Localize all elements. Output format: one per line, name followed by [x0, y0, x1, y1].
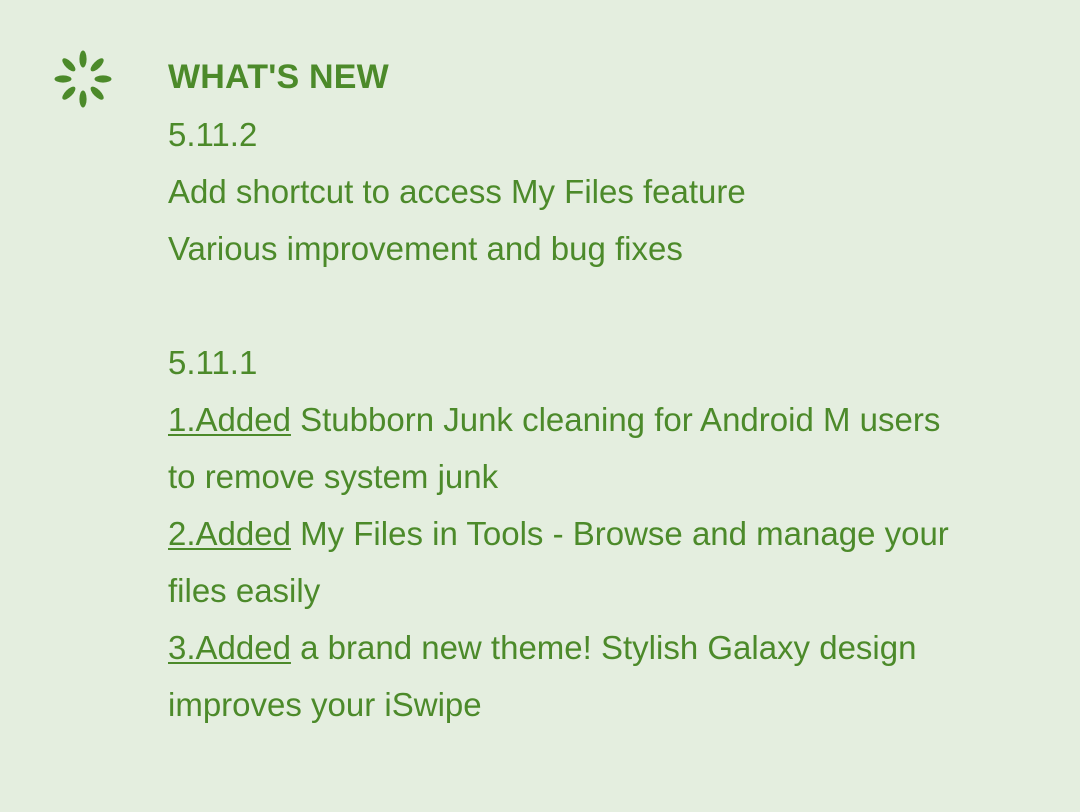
- release-version: 5.11.2: [168, 116, 258, 153]
- added-link[interactable]: 1.Added: [168, 401, 291, 438]
- sparkle-spoke: [90, 58, 104, 72]
- sparkle-spoke: [79, 50, 87, 68]
- release-item: 2.Added My Files in Tools - Browse and m…: [168, 505, 1048, 562]
- release-version: 5.11.1: [168, 344, 258, 381]
- release-note: Various improvement and bug fixes: [168, 230, 683, 267]
- sparkle-spoke: [90, 86, 104, 100]
- release-item-continuation: files easily: [168, 572, 321, 609]
- release-item: 1.Added Stubborn Junk cleaning for Andro…: [168, 391, 1048, 448]
- release-item: 3.Added a brand new theme! Stylish Galax…: [168, 619, 1048, 676]
- release-item-text: a brand new theme! Stylish Galaxy design: [290, 629, 917, 666]
- release-note: Add shortcut to access My Files feature: [168, 173, 746, 210]
- release-item-text: My Files in Tools - Browse and manage yo…: [290, 515, 949, 552]
- whats-new-title: WHAT'S NEW: [168, 58, 389, 96]
- added-link[interactable]: 3.Added: [168, 629, 291, 666]
- sparkle-spoke: [79, 90, 87, 108]
- sparkle-icon: [54, 50, 112, 108]
- whats-new-section: WHAT'S NEW 5.11.2 Add shortcut to access…: [168, 49, 1048, 733]
- sparkle-spoke: [94, 75, 112, 83]
- release-item-continuation: improves your iSwipe: [168, 686, 482, 723]
- release-item-continuation: to remove system junk: [168, 458, 499, 495]
- sparkle-spoke: [54, 75, 72, 83]
- sparkle-spoke: [62, 86, 76, 100]
- release-item-text: Stubborn Junk cleaning for Android M use…: [290, 401, 941, 438]
- added-link[interactable]: 2.Added: [168, 515, 291, 552]
- sparkle-spoke: [62, 58, 76, 72]
